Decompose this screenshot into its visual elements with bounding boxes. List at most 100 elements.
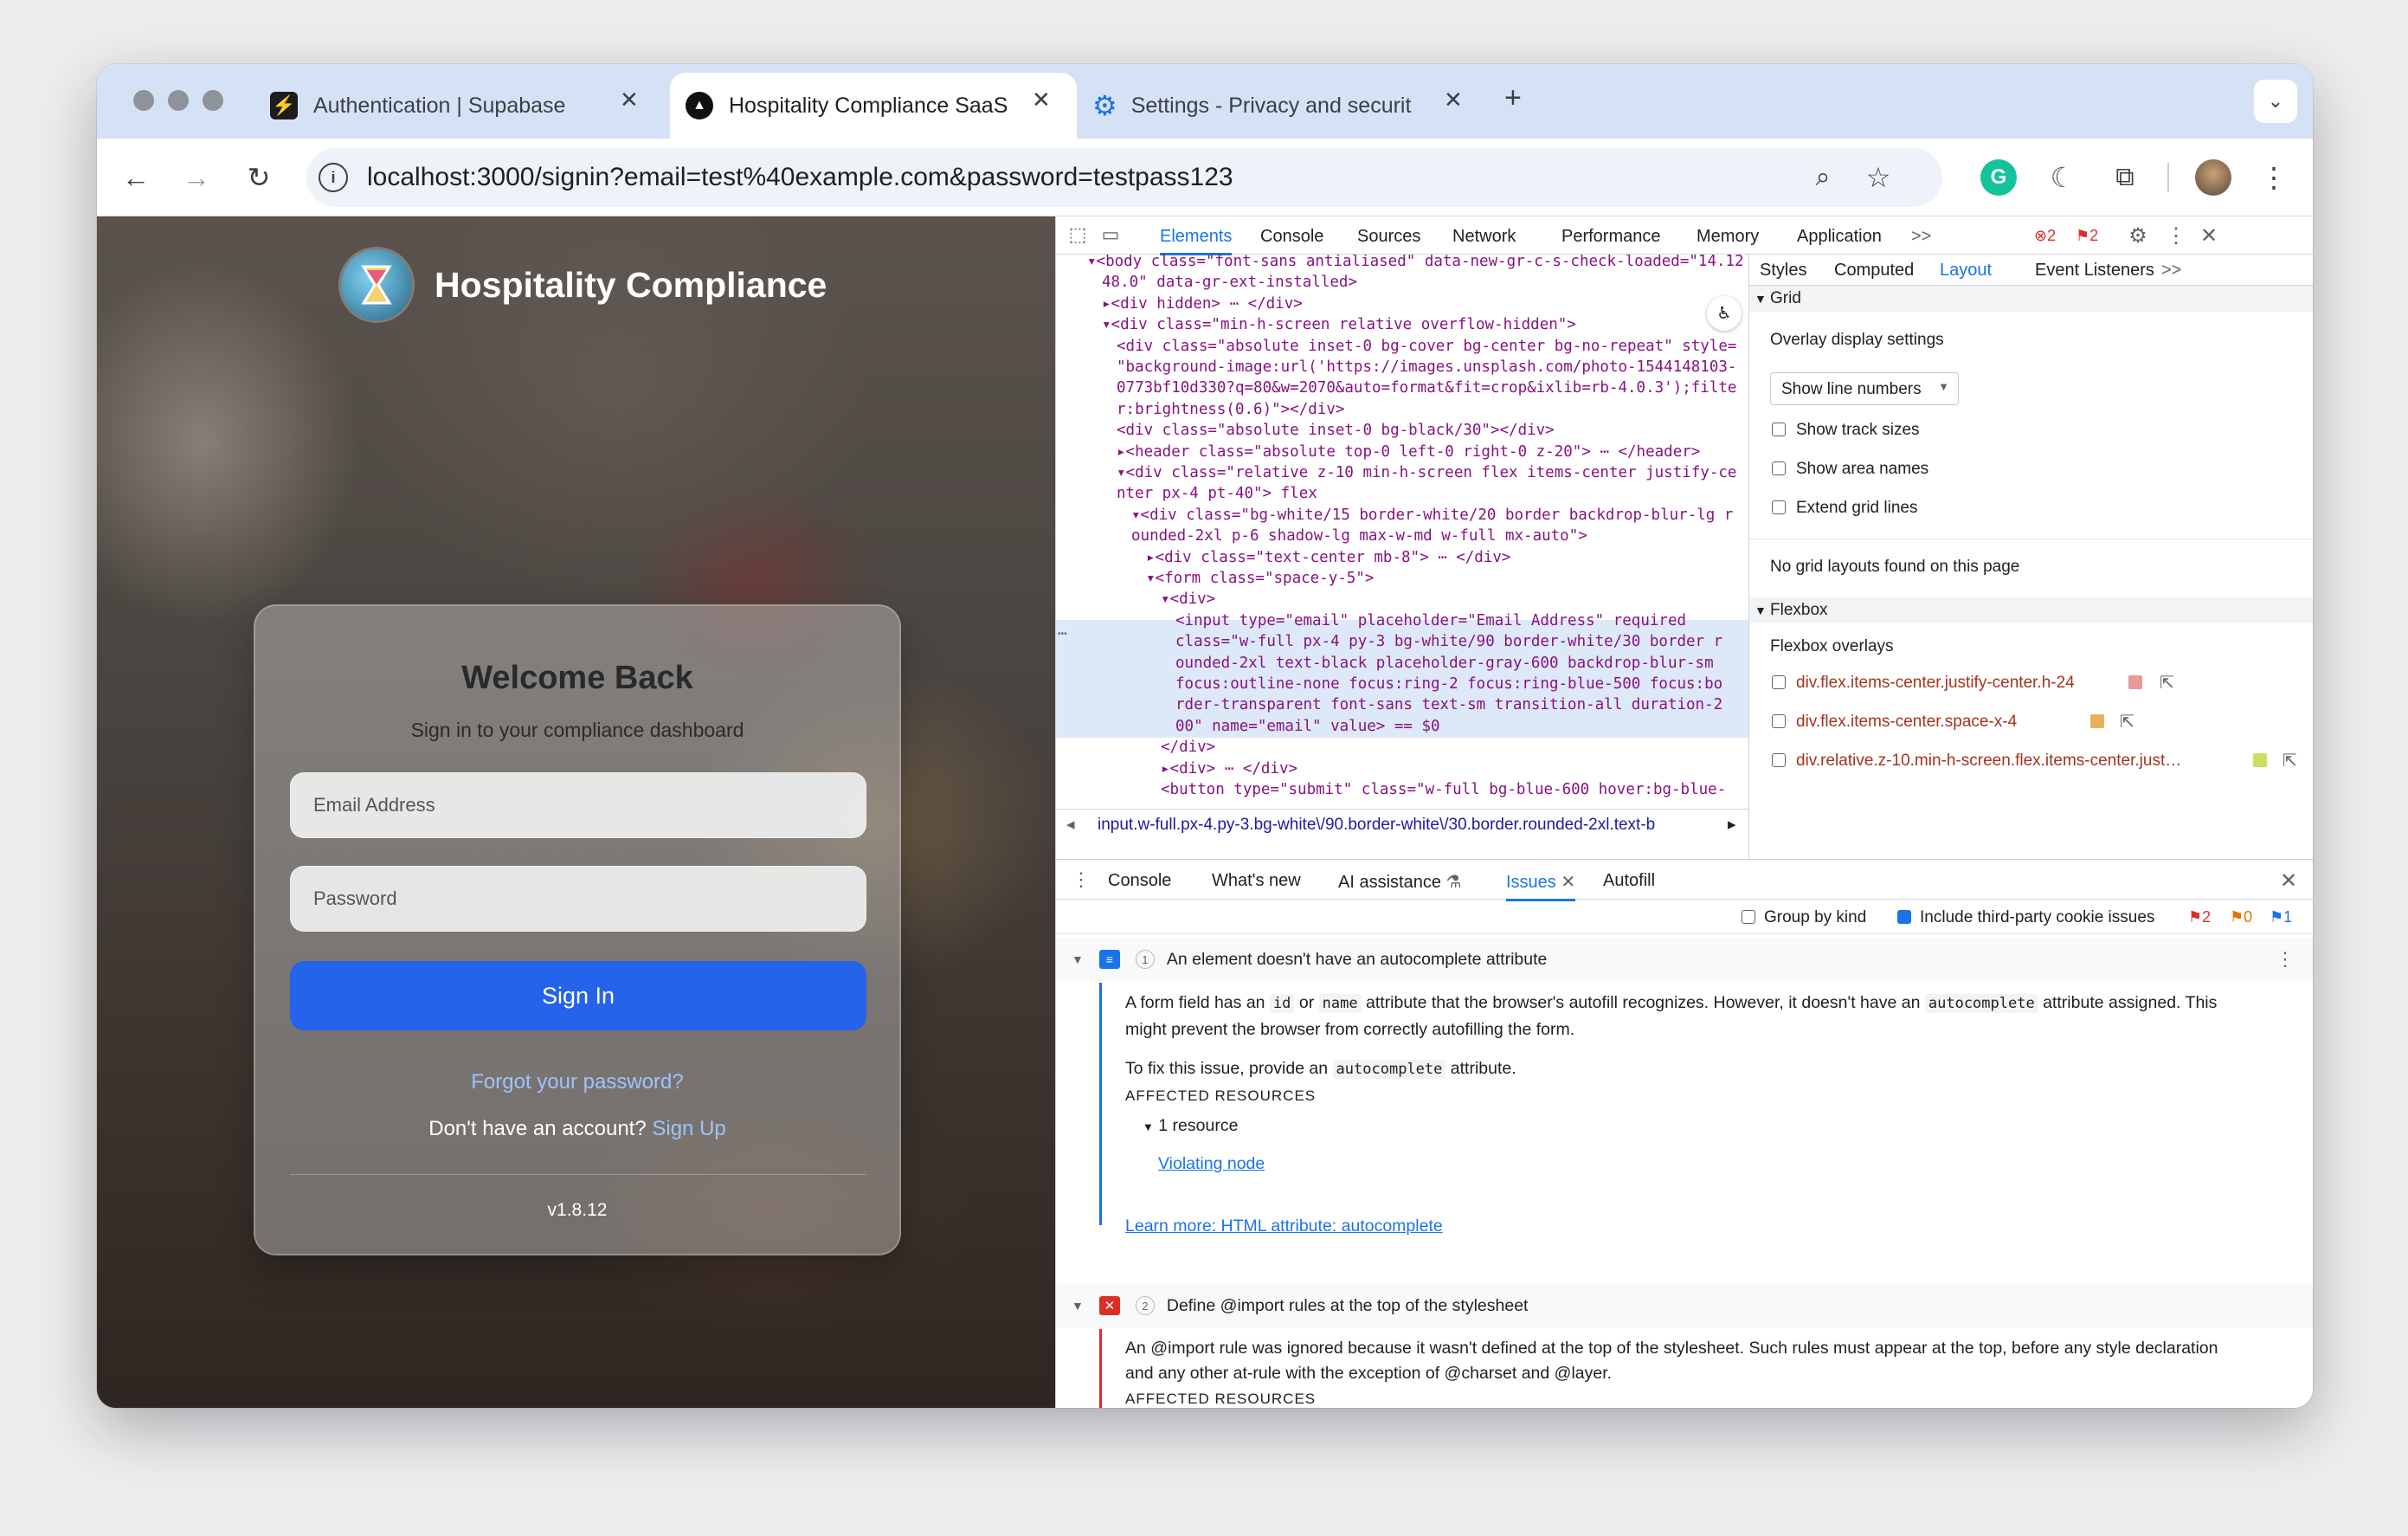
drawer-tab-ai-assistance[interactable]: AI assistance ⚗ bbox=[1338, 871, 1461, 893]
dom-node-line[interactable]: nter px-4 pt-40"> flex bbox=[1117, 483, 1317, 505]
tab-layout[interactable]: Layout bbox=[1940, 261, 1993, 289]
overlay-color-swatch[interactable] bbox=[2090, 714, 2104, 728]
email-field[interactable]: Email Address bbox=[290, 772, 866, 838]
bookmark-star-icon[interactable]: ☆ bbox=[1861, 160, 1896, 195]
line-numbers-select[interactable]: Show line numbers ▼ bbox=[1770, 372, 1959, 405]
dom-node-line[interactable]: ▸<div> ⋯ </div> bbox=[1161, 758, 1297, 780]
breadcrumb-left-icon[interactable]: ◂ bbox=[1066, 815, 1075, 835]
dom-node-line[interactable]: ▸<div hidden> ⋯ </div> bbox=[1102, 294, 1303, 315]
tab-network[interactable]: Network bbox=[1452, 227, 1516, 247]
tab-event-listeners[interactable]: Event Listeners bbox=[2035, 261, 2154, 281]
menu-kebab-icon[interactable]: ⋮ bbox=[2260, 159, 2288, 196]
address-bar[interactable]: i localhost:3000/signin?email=test%40exa… bbox=[306, 148, 1942, 207]
reload-icon[interactable]: ↻ bbox=[239, 158, 279, 197]
close-tab-icon[interactable]: ✕ bbox=[1032, 87, 1051, 113]
flexbox-section-header[interactable]: ▼ Flexbox bbox=[1749, 597, 2313, 623]
zoom-window-dot[interactable] bbox=[203, 90, 223, 111]
dom-node-line[interactable]: rder-transparent font-sans text-sm trans… bbox=[1175, 694, 1722, 716]
group-by-kind-checkbox[interactable] bbox=[1742, 910, 1755, 924]
drawer-tab-console[interactable]: Console bbox=[1108, 871, 1171, 891]
drawer-menu-icon[interactable]: ⋮ bbox=[1072, 868, 1091, 891]
close-tab-icon[interactable]: ✕ bbox=[1444, 87, 1463, 113]
drawer-tab-issues[interactable]: Issues ✕ bbox=[1506, 871, 1576, 901]
overlay-color-swatch[interactable] bbox=[2128, 675, 2142, 689]
dom-node-line[interactable]: ounded-2xl p-6 shadow-lg max-w-md w-full… bbox=[1131, 526, 1587, 547]
elements-tree[interactable]: ⋯ ▾<body class="font-sans antialiased" d… bbox=[1056, 255, 1748, 805]
breadcrumb-right-icon[interactable]: ▸ bbox=[1728, 815, 1736, 835]
devtools-menu-icon[interactable]: ⋮ bbox=[2166, 223, 2186, 248]
dom-node-line[interactable]: focus:outline-none focus:ring-2 focus:ri… bbox=[1175, 674, 1722, 695]
issue-1-header[interactable]: ▼ ≡ 1 An element doesn't have an autocom… bbox=[1056, 938, 2313, 981]
breadcrumb-text[interactable]: input.w-full.px-4.py-3.bg-white\/90.bord… bbox=[1098, 816, 1703, 835]
sign-in-button[interactable]: Sign In bbox=[290, 961, 866, 1030]
dom-node-line[interactable]: 00" name="email" value> == $0 bbox=[1175, 716, 1440, 738]
password-field[interactable]: Password bbox=[290, 866, 866, 932]
overlay-color-swatch[interactable] bbox=[2253, 753, 2267, 767]
inspect-element-icon[interactable]: ⬚ bbox=[1066, 223, 1089, 246]
extension-c-icon[interactable]: ☾ bbox=[2044, 159, 2081, 196]
drawer-tab-autofill[interactable]: Autofill bbox=[1603, 871, 1655, 891]
tab-sources[interactable]: Sources bbox=[1357, 227, 1420, 247]
grammarly-icon[interactable]: G bbox=[1980, 159, 2017, 196]
dom-node-line[interactable]: </div> bbox=[1161, 737, 1215, 758]
flex-overlay-checkbox[interactable] bbox=[1772, 714, 1786, 728]
settings-gear-icon[interactable]: ⚙ bbox=[2126, 223, 2150, 248]
dom-node-line[interactable]: 48.0" data-gr-ext-installed> bbox=[1102, 272, 1357, 294]
dom-node-line[interactable]: "background-image:url('https://images.un… bbox=[1117, 357, 1736, 378]
issue-count-badge[interactable]: ⚑2 bbox=[2076, 227, 2098, 245]
flex-overlay-label[interactable]: div.flex.items-center.space-x-4 bbox=[1796, 713, 2017, 732]
device-toolbar-icon[interactable]: ▭ bbox=[1099, 223, 1122, 246]
flex-overlay-checkbox[interactable] bbox=[1772, 675, 1786, 689]
reveal-node-icon[interactable]: ⇱ bbox=[2120, 711, 2134, 733]
reveal-node-icon[interactable]: ⇱ bbox=[2160, 672, 2174, 694]
grid-section-header[interactable]: ▼ Grid bbox=[1749, 286, 2313, 312]
more-tabs-icon[interactable]: >> bbox=[1911, 227, 1931, 247]
resource-toggle[interactable]: ▼ 1 resource bbox=[1143, 1113, 1238, 1140]
learn-more-link[interactable]: Learn more: HTML attribute: autocomplete bbox=[1125, 1213, 1443, 1239]
dom-node-line[interactable]: ▸<header class="absolute top-0 left-0 ri… bbox=[1117, 442, 1700, 463]
dom-node-line[interactable]: <div class="absolute inset-0 bg-black/30… bbox=[1117, 420, 1555, 442]
dom-node-line[interactable]: ▾<div class="min-h-screen relative overf… bbox=[1102, 314, 1576, 336]
flex-overlay-label[interactable]: div.flex.items-center.justify-center.h-2… bbox=[1796, 674, 2075, 693]
tab-application[interactable]: Application bbox=[1797, 227, 1882, 247]
dom-node-line[interactable]: 0773bf10d330?q=80&w=2070&auto=format&fit… bbox=[1117, 378, 1736, 399]
dom-node-line[interactable]: class="w-full px-4 py-3 bg-white/90 bord… bbox=[1175, 631, 1722, 653]
tab-console[interactable]: Console bbox=[1260, 227, 1323, 247]
forward-icon[interactable]: → bbox=[177, 158, 216, 197]
close-tab-icon[interactable]: ✕ bbox=[1561, 873, 1575, 892]
show-track-sizes-checkbox[interactable] bbox=[1772, 423, 1786, 436]
node-ellipsis-icon[interactable]: ⋯ bbox=[1058, 623, 1067, 645]
profile-avatar[interactable] bbox=[2195, 159, 2231, 196]
minimize-window-dot[interactable] bbox=[168, 90, 189, 111]
dom-node-line[interactable]: ▾<body class="font-sans antialiased" dat… bbox=[1087, 255, 1744, 273]
extend-grid-lines-checkbox[interactable] bbox=[1772, 500, 1786, 514]
close-tab-icon[interactable]: ✕ bbox=[620, 87, 639, 113]
more-sidebar-tabs-icon[interactable]: >> bbox=[2161, 261, 2181, 281]
dom-node-line[interactable]: ▾<div> bbox=[1161, 589, 1215, 610]
tab-hospitality[interactable]: ▲ Hospitality Compliance SaaS bbox=[670, 73, 1077, 139]
dom-node-line[interactable]: ▾<div class="relative z-10 min-h-screen … bbox=[1117, 462, 1736, 484]
dom-node-line[interactable]: <input type="email" placeholder="Email A… bbox=[1175, 610, 1686, 632]
issue-2-header[interactable]: ▼ ✕ 2 Define @import rules at the top of… bbox=[1056, 1284, 2313, 1327]
violating-node-link[interactable]: Violating node bbox=[1158, 1151, 1265, 1177]
dom-node-line[interactable]: ▸<div class="text-center mb-8"> ⋯ </div> bbox=[1146, 547, 1510, 569]
site-info-icon[interactable]: i bbox=[319, 163, 348, 192]
dom-node-line[interactable]: <div class="absolute inset-0 bg-cover bg… bbox=[1117, 336, 1736, 358]
tab-settings[interactable]: ⚙ Settings - Privacy and securit bbox=[1084, 73, 1534, 139]
tab-computed[interactable]: Computed bbox=[1834, 261, 1914, 281]
forgot-password-link[interactable]: Forgot your password? bbox=[255, 1070, 899, 1094]
dom-node-line[interactable]: ounded-2xl text-black placeholder-gray-6… bbox=[1175, 653, 1714, 674]
dom-node-line[interactable]: r:brightness(0.6)"></div> bbox=[1117, 399, 1344, 421]
close-window-dot[interactable] bbox=[133, 90, 154, 111]
dom-node-line[interactable]: <button type="submit" class="w-full bg-b… bbox=[1161, 779, 1726, 801]
include-third-party-checkbox[interactable] bbox=[1897, 910, 1911, 924]
tab-performance[interactable]: Performance bbox=[1561, 227, 1661, 247]
close-devtools-icon[interactable]: ✕ bbox=[2197, 223, 2221, 248]
error-count-badge[interactable]: ⊗2 bbox=[2034, 227, 2056, 245]
sign-up-link[interactable]: Sign Up bbox=[652, 1117, 725, 1140]
issue-menu-icon[interactable]: ⋮ bbox=[2276, 948, 2295, 971]
zoom-icon[interactable]: ⌕ bbox=[1806, 160, 1840, 195]
extensions-puzzle-icon[interactable]: ⧉ bbox=[2107, 159, 2143, 196]
flex-overlay-checkbox[interactable] bbox=[1772, 753, 1786, 767]
tab-elements[interactable]: Elements bbox=[1160, 227, 1233, 255]
